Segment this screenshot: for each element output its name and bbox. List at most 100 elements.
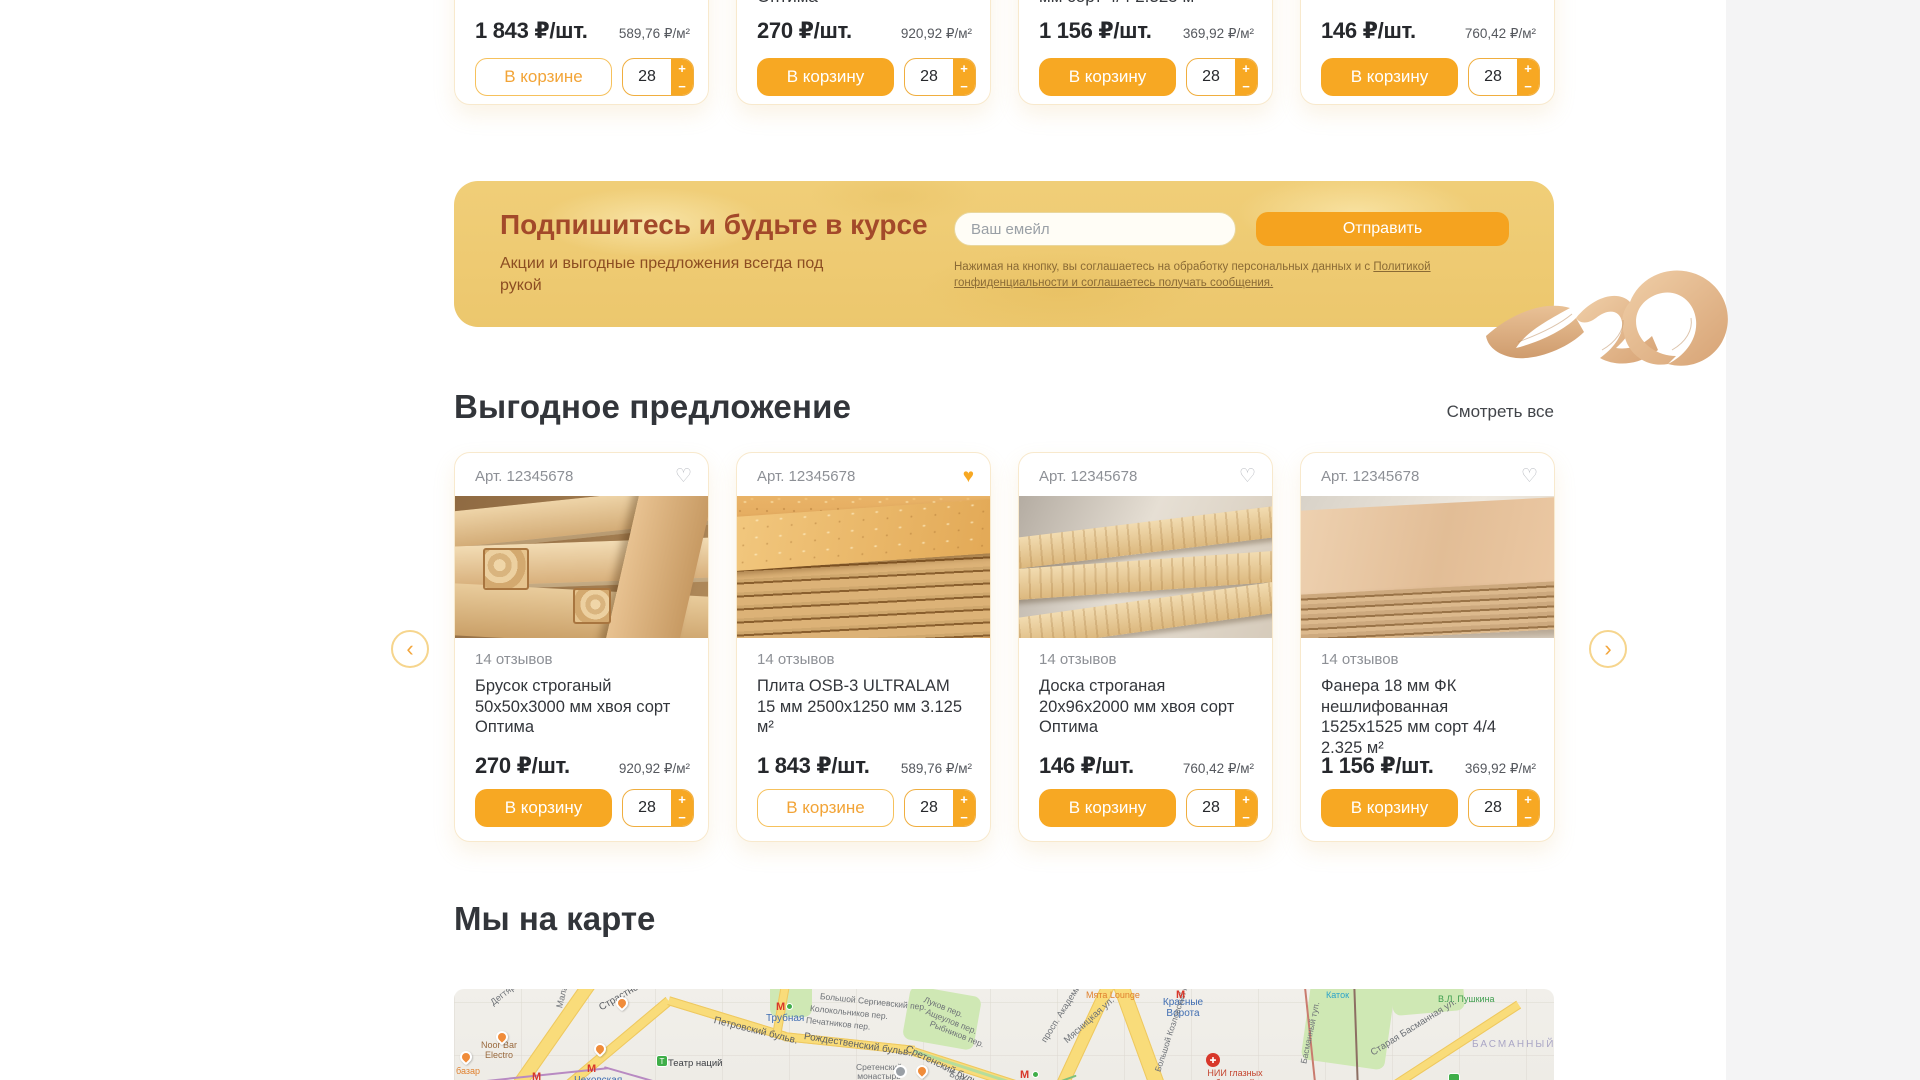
add-to-cart-button[interactable]: В корзину — [1039, 789, 1176, 827]
add-to-cart-button[interactable]: В корзину — [475, 789, 612, 827]
metro-station-icon[interactable]: М — [776, 1001, 785, 1013]
map-poi-icon[interactable] — [458, 1049, 475, 1066]
product-title[interactable]: Брусок строганый 50х50х3000 мм хвоя сорт… — [455, 668, 708, 738]
metro-station-icon[interactable]: М — [532, 1071, 541, 1080]
quantity-decrease-button[interactable]: − — [671, 808, 693, 826]
quantity-decrease-button[interactable]: − — [1517, 77, 1539, 95]
carousel-next-button[interactable]: › — [1589, 630, 1627, 668]
quantity-stepper[interactable]: 28 + − — [622, 789, 694, 827]
favorite-heart-icon[interactable]: ♡ — [1239, 467, 1256, 486]
product-card[interactable]: Арт. 12345678 ♥ 14 отзывов Плита OSB-3 U… — [736, 452, 991, 842]
product-card[interactable]: Арт. 12345678 ♡ 14 отзывов Фанера 18 мм … — [1300, 452, 1555, 842]
quantity-stepper[interactable]: 28 + − — [1468, 789, 1540, 827]
quantity-value[interactable]: 28 — [1187, 790, 1235, 826]
reviews-count[interactable]: 14 отзывов — [1019, 638, 1272, 668]
product-price-per-m2: 920,92 ₽/м² — [901, 26, 972, 42]
wood-shaving-image — [1482, 238, 1742, 388]
subscribe-submit-button[interactable]: Отправить — [1256, 212, 1509, 246]
quantity-value[interactable]: 28 — [1187, 59, 1235, 95]
map-label: Noor Bar Electro — [476, 1041, 522, 1061]
product-price: 1 156 ₽/шт. — [1321, 753, 1434, 779]
map-pins-layer: М М М М М ✚ Т — [454, 989, 1554, 1080]
product-title[interactable]: Плита OSB-3 ULTRALAM 15 мм 2500х1250 мм … — [737, 668, 990, 738]
in-cart-button[interactable]: В корзине — [475, 58, 612, 96]
product-title[interactable]: Доска строганая 20х96х2000 мм хвоя сорт … — [1019, 668, 1272, 738]
map-label: Театр наций — [668, 1059, 723, 1069]
add-to-cart-button[interactable]: В корзину — [1321, 789, 1458, 827]
metro-station-icon[interactable]: М — [1020, 1069, 1029, 1080]
map-label: Чеховская — [574, 1075, 622, 1080]
metro-station-icon[interactable]: М — [587, 1063, 596, 1075]
product-price-per-m2: 920,92 ₽/м² — [619, 761, 690, 777]
quantity-stepper[interactable]: 28 + − — [622, 58, 694, 96]
quantity-increase-button[interactable]: + — [1235, 790, 1257, 808]
map-label: НИИ глазных болезней — [1202, 1069, 1268, 1080]
quantity-value[interactable]: 28 — [623, 59, 671, 95]
product-title[interactable]: Фанера 18 мм ФК нешлифованная 1525х1525 … — [1301, 668, 1554, 759]
map-poi-icon[interactable] — [894, 1065, 907, 1078]
quantity-increase-button[interactable]: + — [1517, 790, 1539, 808]
quantity-increase-button[interactable]: + — [1517, 59, 1539, 77]
product-price: 270 ₽/шт. — [757, 18, 852, 44]
see-all-link[interactable]: Смотреть все — [1404, 402, 1554, 422]
quantity-stepper[interactable]: 28 + − — [1468, 58, 1540, 96]
quantity-decrease-button[interactable]: − — [1235, 77, 1257, 95]
reviews-count[interactable]: 14 отзывов — [455, 638, 708, 668]
carousel-prev-button[interactable]: ‹ — [391, 630, 429, 668]
product-card[interactable]: мм сорт 4/4 2.325 м² 1 156 ₽/шт. 369,92 … — [1018, 0, 1273, 105]
subscribe-title: Подпишитесь и будьте в курсе — [500, 209, 928, 241]
favorite-heart-icon[interactable]: ♡ — [1521, 467, 1538, 486]
quantity-decrease-button[interactable]: − — [1517, 808, 1539, 826]
city-map[interactable]: Дегтярный пер.Малая ДмитровкаNoor Bar El… — [454, 989, 1554, 1080]
add-to-cart-button[interactable]: В корзину — [1321, 58, 1458, 96]
map-poi-icon[interactable] — [1032, 1071, 1039, 1078]
product-image — [737, 496, 990, 638]
reviews-count[interactable]: 14 отзывов — [737, 638, 990, 668]
map-poi-icon[interactable] — [1448, 1073, 1460, 1080]
quantity-value[interactable]: 28 — [905, 59, 953, 95]
product-price-per-m2: 589,76 ₽/м² — [901, 761, 972, 777]
add-to-cart-button[interactable]: В корзину — [1039, 58, 1176, 96]
quantity-value[interactable]: 28 — [623, 790, 671, 826]
product-card[interactable]: Арт. 12345678 ♡ 14 отзывов Брусок строга… — [454, 452, 709, 842]
product-card[interactable]: 1 843 ₽/шт. 589,76 ₽/м² В корзине 28 + − — [454, 0, 709, 105]
map-poi-icon[interactable] — [592, 1041, 609, 1058]
quantity-increase-button[interactable]: + — [671, 790, 693, 808]
quantity-stepper[interactable]: 28 + − — [1186, 58, 1258, 96]
quantity-increase-button[interactable]: + — [953, 59, 975, 77]
quantity-increase-button[interactable]: + — [671, 59, 693, 77]
map-poi-icon[interactable] — [786, 1003, 793, 1010]
map-poi-icon[interactable]: Т — [656, 1055, 668, 1067]
map-label: Трубная — [766, 1013, 804, 1024]
favorite-heart-icon[interactable]: ♥ — [963, 467, 974, 486]
quantity-stepper[interactable]: 28 + − — [1186, 789, 1258, 827]
metro-station-icon[interactable]: М — [1176, 989, 1185, 1001]
favorite-heart-icon[interactable]: ♡ — [675, 467, 692, 486]
product-card[interactable]: 146 ₽/шт. 760,42 ₽/м² В корзину 28 + − — [1300, 0, 1555, 105]
product-card[interactable]: Арт. 12345678 ♡ 14 отзывов Доска строган… — [1018, 452, 1273, 842]
email-input[interactable] — [954, 212, 1236, 246]
quantity-increase-button[interactable]: + — [1235, 59, 1257, 77]
quantity-value[interactable]: 28 — [1469, 59, 1517, 95]
quantity-stepper[interactable]: 28 + − — [904, 789, 976, 827]
quantity-value[interactable]: 28 — [1469, 790, 1517, 826]
deals-section-title: Выгодное предложение — [454, 388, 851, 426]
product-price: 146 ₽/шт. — [1321, 18, 1416, 44]
quantity-decrease-button[interactable]: − — [953, 77, 975, 95]
price-row: 146 ₽/шт. 760,42 ₽/м² — [1039, 753, 1254, 779]
quantity-decrease-button[interactable]: − — [953, 808, 975, 826]
quantity-value[interactable]: 28 — [905, 790, 953, 826]
product-card[interactable]: Оптима 270 ₽/шт. 920,92 ₽/м² В корзину 2… — [736, 0, 991, 105]
product-image — [1019, 496, 1272, 638]
map-label: В.Л. Пушкина — [1438, 995, 1495, 1005]
reviews-count[interactable]: 14 отзывов — [1301, 638, 1554, 668]
map-poi-icon[interactable]: ✚ — [1206, 1053, 1220, 1067]
quantity-decrease-button[interactable]: − — [671, 77, 693, 95]
price-row: 1 156 ₽/шт. 369,92 ₽/м² — [1321, 753, 1536, 779]
add-to-cart-button[interactable]: В корзину — [757, 58, 894, 96]
quantity-stepper[interactable]: 28 + − — [904, 58, 976, 96]
map-label: БАСМАННЫЙ — [1472, 1039, 1554, 1050]
quantity-increase-button[interactable]: + — [953, 790, 975, 808]
in-cart-button[interactable]: В корзине — [757, 789, 894, 827]
quantity-decrease-button[interactable]: − — [1235, 808, 1257, 826]
